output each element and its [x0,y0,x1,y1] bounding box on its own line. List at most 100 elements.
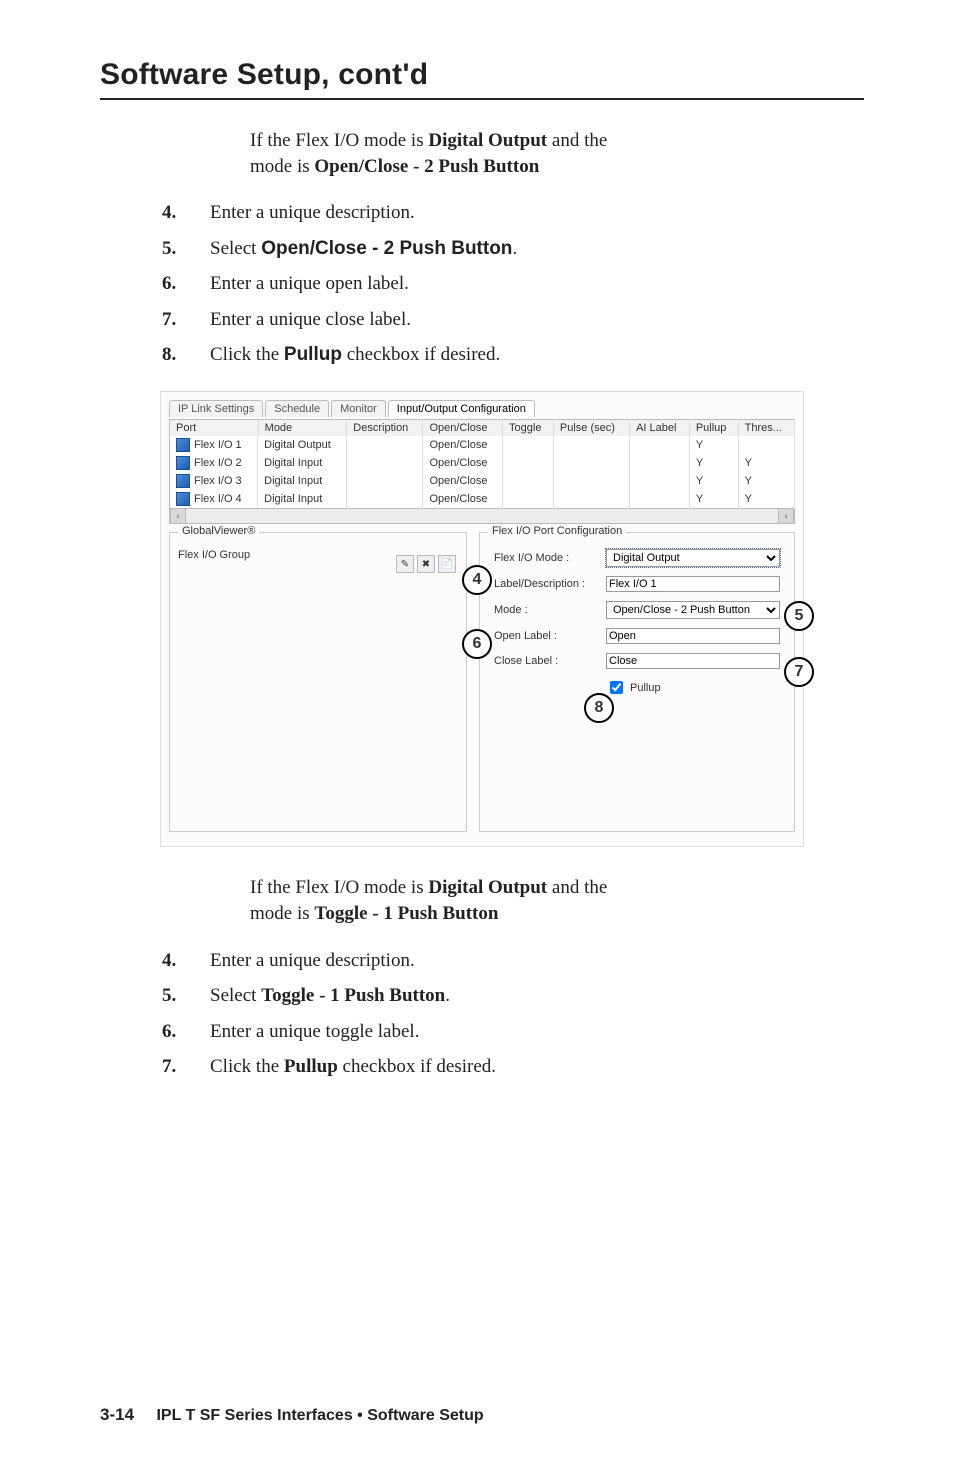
step-a5-text: Select Open/Close - 2 Push Button. [210,234,864,263]
mode-select[interactable]: Open/Close - 2 Push Button [606,601,780,619]
port-icon [176,492,190,506]
cell-thres [738,436,794,454]
tab-schedule[interactable]: Schedule [265,400,329,417]
step-b4: 4. Enter a unique description. [100,946,864,975]
intro2-part-c: and the [547,877,607,898]
intro1-part-a: If the Flex I/O mode is [250,130,428,151]
step-a8-bold: Pullup [284,344,342,365]
tab-ip-link-settings[interactable]: IP Link Settings [169,400,263,417]
cell-thres: Y [738,490,794,509]
step-b7-number: 7. [100,1052,210,1081]
step-b6-text: Enter a unique toggle label. [210,1017,864,1046]
step-b7-suffix: checkbox if desired. [338,1056,496,1077]
flex-io-mode-label: Flex I/O Mode : [494,552,606,564]
table-row[interactable]: Flex I/O 2 Digital Input Open/Close Y Y [170,454,795,472]
scroll-left-icon[interactable]: ‹ [170,509,186,523]
step-a6-number: 6. [100,269,210,298]
table-row[interactable]: Flex I/O 3 Digital Input Open/Close Y Y [170,472,795,490]
intro2-bold-mode: Toggle - 1 Push Button [314,903,498,924]
step-a4: 4. Enter a unique description. [100,198,864,227]
intro1-bold-mode: Open/Close - 2 Push Button [314,156,539,177]
step-a4-text: Enter a unique description. [210,198,864,227]
cell-mode: Digital Input [258,454,347,472]
horizontal-scrollbar[interactable]: ‹ › [169,509,795,524]
col-pullup[interactable]: Pullup [689,420,738,437]
label-description-input[interactable] [606,576,780,592]
col-ai-label[interactable]: AI Label [630,420,690,437]
flex-io-mode-select[interactable]: Digital Output [606,549,780,567]
cell-pullup: Y [689,490,738,509]
step-a7: 7. Enter a unique close label. [100,305,864,334]
col-pulse[interactable]: Pulse (sec) [553,420,629,437]
port-name: Flex I/O 4 [194,493,242,505]
cell-oc: Open/Close [423,454,503,472]
step-b7-prefix: Click the [210,1056,284,1077]
gv-tool-icon-2[interactable]: ✖ [417,555,435,573]
port-name: Flex I/O 3 [194,475,242,487]
port-icon [176,474,190,488]
step-a7-number: 7. [100,305,210,334]
tab-monitor[interactable]: Monitor [331,400,386,417]
intro2-part-a: If the Flex I/O mode is [250,877,428,898]
step-b7: 7. Click the Pullup checkbox if desired. [100,1052,864,1081]
table-row[interactable]: Flex I/O 4 Digital Input Open/Close Y Y [170,490,795,509]
globalviewer-legend: GlobalViewer® [178,525,259,537]
gv-tool-icon-3[interactable]: 📄 [438,555,456,573]
step-b7-text: Click the Pullup checkbox if desired. [210,1052,864,1081]
port-icon [176,438,190,452]
step-a5-prefix: Select [210,238,261,259]
ports-table: Port Mode Description Open/Close Toggle … [169,419,795,509]
step-a7-text: Enter a unique close label. [210,305,864,334]
step-b4-number: 4. [100,946,210,975]
col-mode[interactable]: Mode [258,420,347,437]
col-open-close[interactable]: Open/Close [423,420,503,437]
pullup-checkbox-label: Pullup [630,682,661,694]
col-description[interactable]: Description [347,420,423,437]
callout-5: 5 [784,601,814,631]
cell-oc: Open/Close [423,436,503,454]
intro-paragraph-1: If the Flex I/O mode is Digital Output a… [250,128,834,179]
table-row[interactable]: Flex I/O 1 Digital Output Open/Close Y [170,436,795,454]
footer-text: IPL T SF Series Interfaces • Software Se… [156,1407,483,1424]
mode-label: Mode : [494,604,606,616]
intro1-bold-digital-output: Digital Output [428,130,547,151]
cell-pullup: Y [689,472,738,490]
step-a8: 8. Click the Pullup checkbox if desired. [100,340,864,369]
step-b5: 5. Select Toggle - 1 Push Button. [100,981,864,1010]
page-number: 3-14 [100,1405,134,1424]
close-label-label: Close Label : [494,655,606,667]
step-a5-bold: Open/Close - 2 Push Button [261,238,512,259]
open-label-input[interactable] [606,628,780,644]
config-screenshot: IP Link Settings Schedule Monitor Input/… [160,391,804,847]
close-label-input[interactable] [606,653,780,669]
globalviewer-panel: GlobalViewer® Flex I/O Group ✎ ✖ 📄 [169,532,467,832]
tab-io-configuration[interactable]: Input/Output Configuration [388,400,535,417]
open-label-label: Open Label : [494,630,606,642]
port-config-legend: Flex I/O Port Configuration [488,525,626,537]
cell-mode: Digital Output [258,436,347,454]
callout-7: 7 [784,657,814,687]
step-b6-number: 6. [100,1017,210,1046]
pullup-checkbox[interactable] [610,681,623,694]
tab-bar: IP Link Settings Schedule Monitor Input/… [169,400,795,417]
scroll-right-icon[interactable]: › [778,509,794,523]
intro2-line2-a: mode is [250,903,314,924]
step-a8-prefix: Click the [210,344,284,365]
cell-pullup: Y [689,436,738,454]
step-b4-text: Enter a unique description. [210,946,864,975]
col-port[interactable]: Port [170,420,259,437]
section-title: Software Setup, cont'd [100,58,864,92]
gv-tool-icon-1[interactable]: ✎ [396,555,414,573]
steps-list-b: 4. Enter a unique description. 5. Select… [100,946,864,1082]
intro2-bold-digital-output: Digital Output [428,877,547,898]
cell-mode: Digital Input [258,472,347,490]
step-b5-bold: Toggle - 1 Push Button [261,985,445,1006]
port-config-panel: Flex I/O Port Configuration Flex I/O Mod… [479,532,795,832]
port-name: Flex I/O 1 [194,439,242,451]
step-a8-number: 8. [100,340,210,369]
col-toggle[interactable]: Toggle [503,420,554,437]
intro1-line2-a: mode is [250,156,314,177]
col-thres[interactable]: Thres... [738,420,794,437]
cell-thres: Y [738,454,794,472]
step-b5-suffix: . [445,985,450,1006]
